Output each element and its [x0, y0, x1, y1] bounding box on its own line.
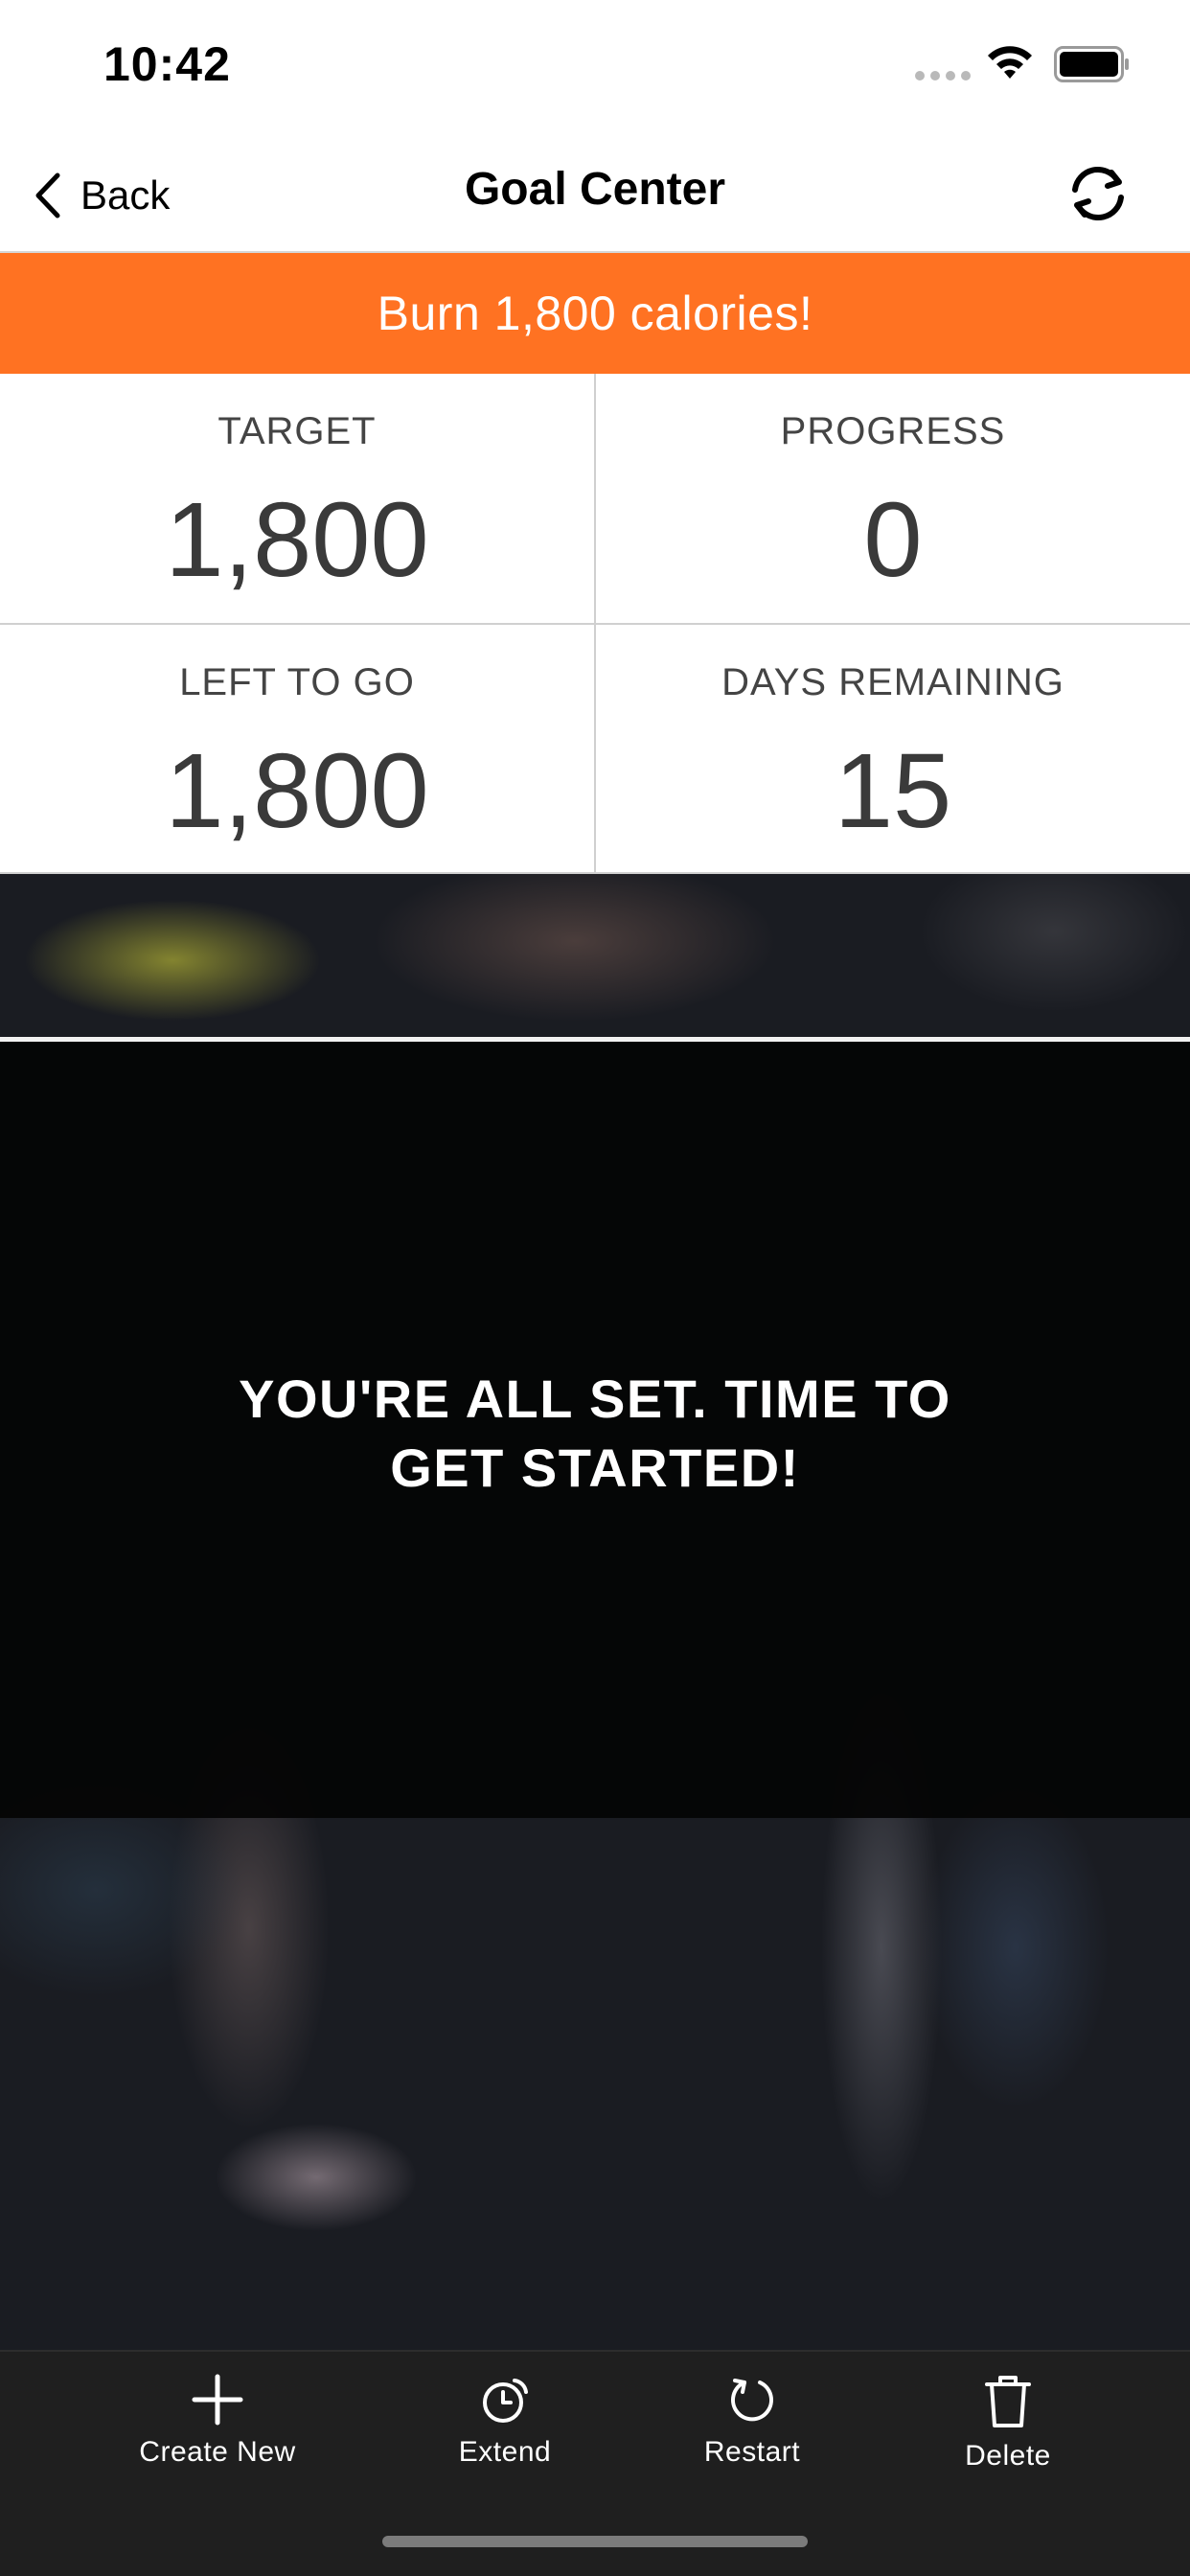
wifi-icon [988, 46, 1032, 79]
restart-button[interactable]: Restart [637, 2373, 867, 2507]
delete-button[interactable]: Delete [893, 2373, 1123, 2507]
stat-label: TARGET [217, 410, 377, 452]
stat-left-to-go: LEFT TO GO 1,800 [0, 625, 594, 874]
status-time: 10:42 [103, 37, 231, 91]
page-title: Goal Center [464, 164, 726, 215]
cellular-signal-icon [915, 71, 971, 80]
trash-icon [985, 2376, 1031, 2427]
motivation-message: YOU'RE ALL SET. TIME TO GET STARTED! [0, 1365, 1190, 1503]
stat-label: LEFT TO GO [179, 661, 415, 703]
stat-value: 0 [863, 481, 923, 599]
create-new-button[interactable]: Create New [103, 2373, 332, 2507]
restart-icon [731, 2379, 773, 2422]
divider [0, 623, 1190, 625]
stat-label: DAYS REMAINING [721, 661, 1064, 703]
plus-icon [192, 2374, 243, 2426]
stat-progress: PROGRESS 0 [596, 374, 1190, 623]
refresh-button[interactable] [1062, 157, 1134, 230]
toolbar-label: Restart [703, 2436, 801, 2468]
message-line: GET STARTED! [390, 1438, 800, 1498]
toolbar-label: Extend [458, 2436, 552, 2468]
goal-banner: Burn 1,800 calories! [0, 253, 1190, 374]
status-bar: 10:42 [0, 0, 1190, 134]
stats-grid: TARGET 1,800 PROGRESS 0 LEFT TO GO 1,800… [0, 374, 1190, 874]
stat-days-remaining: DAYS REMAINING 15 [596, 625, 1190, 874]
stat-value: 1,800 [165, 481, 429, 599]
toolbar-label: Create New [139, 2436, 296, 2468]
toolbar-label: Delete [965, 2440, 1051, 2472]
stat-value: 1,800 [165, 732, 429, 850]
battery-icon [1054, 46, 1129, 82]
home-indicator[interactable] [382, 2536, 808, 2547]
refresh-icon [1072, 166, 1124, 221]
stat-value: 15 [834, 732, 952, 850]
clock-icon [483, 2379, 528, 2423]
extend-button[interactable]: Extend [390, 2373, 620, 2507]
stat-label: PROGRESS [780, 410, 1006, 452]
stat-target: TARGET 1,800 [0, 374, 594, 623]
message-line: YOU'RE ALL SET. TIME TO [239, 1368, 951, 1429]
navigation-bar: Back Goal Center [0, 134, 1190, 253]
